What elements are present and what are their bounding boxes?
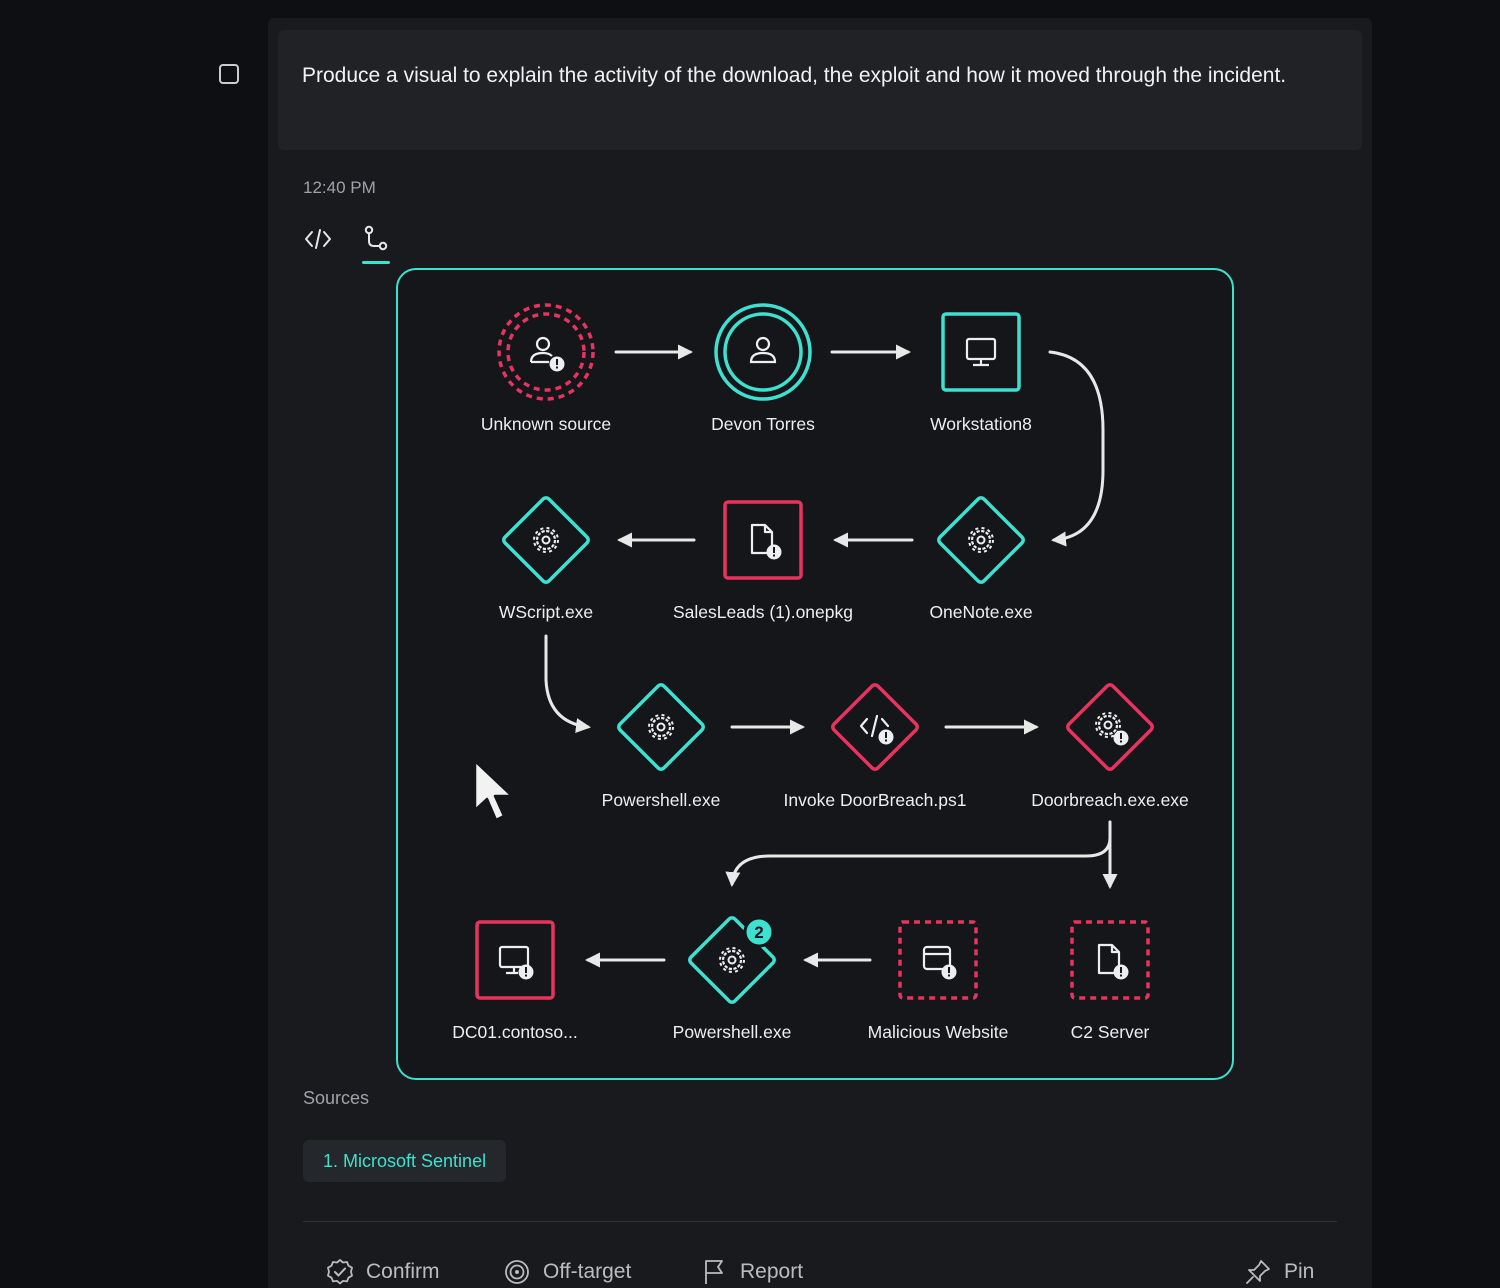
prompt-text: Produce a visual to explain the activity…	[302, 64, 1287, 87]
flag-icon	[705, 1260, 723, 1284]
node-label: Unknown source	[480, 414, 612, 434]
gear-icon	[719, 947, 745, 973]
mouse-pointer-icon	[473, 759, 514, 822]
confirm-label: Confirm	[366, 1260, 440, 1283]
node-wscript[interactable]	[491, 485, 601, 595]
node-salesleads[interactable]	[708, 485, 818, 595]
gear-icon	[968, 527, 994, 553]
pin-icon	[1246, 1260, 1270, 1284]
select-checkbox[interactable]	[219, 64, 239, 84]
target-icon	[505, 1260, 529, 1284]
confirm-button[interactable]: Confirm	[326, 1258, 440, 1286]
pin-label: Pin	[1284, 1260, 1315, 1283]
node-label: Doorbreach.exe.exe	[1031, 790, 1189, 810]
file-alert-icon	[1097, 943, 1129, 980]
code-icon	[305, 229, 331, 249]
edge-doorbreach-to-powershell2	[725, 820, 1112, 887]
browser-alert-icon	[922, 945, 957, 980]
code-alert-icon	[859, 714, 894, 745]
node-label: WScript.exe	[498, 602, 594, 622]
prompt-bubble: Produce a visual to explain the activity…	[278, 30, 1362, 150]
tab-graph-view[interactable]	[360, 224, 392, 264]
node-unknown-source[interactable]	[491, 297, 601, 407]
node-label: Devon Torres	[711, 414, 815, 434]
node-invoke-doorbreach[interactable]	[820, 672, 930, 782]
svg-text:2: 2	[754, 923, 763, 942]
monitor-icon	[965, 337, 997, 367]
node-devon-torres[interactable]	[708, 297, 818, 407]
monitor-alert-icon	[498, 945, 534, 980]
pin-button[interactable]: Pin	[1244, 1258, 1314, 1286]
flow-graph-icon	[364, 225, 388, 251]
sources-heading: Sources	[303, 1088, 370, 1108]
node-dc01[interactable]	[460, 905, 570, 1015]
edge-wscript-to-powershell	[544, 634, 591, 733]
gear-icon	[533, 527, 559, 553]
node-workstation8[interactable]	[926, 297, 1036, 407]
edge-workstation-to-onenote	[1048, 350, 1105, 547]
tab-code-view[interactable]	[302, 224, 334, 264]
count-badge: 2	[743, 916, 775, 948]
node-malicious-website[interactable]	[883, 905, 993, 1015]
incident-flow-graph: Unknown source Devon Torres Workstation8	[396, 268, 1234, 1080]
gear-alert-icon	[1095, 712, 1129, 746]
node-label: Invoke DoorBreach.ps1	[783, 790, 967, 810]
node-label: SalesLeads (1).onepkg	[673, 602, 853, 622]
report-label: Report	[740, 1260, 804, 1283]
node-label: OneNote.exe	[929, 602, 1033, 622]
confirm-check-icon	[327, 1259, 353, 1285]
off-target-label: Off-target	[543, 1260, 632, 1283]
response-timestamp: 12:40 PM	[303, 178, 376, 197]
divider	[303, 1221, 1337, 1222]
off-target-button[interactable]: Off-target	[503, 1258, 631, 1286]
node-label: Powershell.exe	[672, 1022, 792, 1042]
node-powershell-1[interactable]	[606, 672, 716, 782]
node-powershell-2[interactable]: 2	[677, 905, 787, 1015]
gear-icon	[648, 714, 674, 740]
node-label: DC01.contoso...	[452, 1022, 578, 1042]
source-microsoft-sentinel[interactable]: 1. Microsoft Sentinel	[303, 1140, 507, 1182]
user-icon	[749, 336, 777, 364]
node-label: Workstation8	[930, 414, 1032, 434]
node-doorbreach-exe[interactable]	[1055, 672, 1165, 782]
node-c2-server[interactable]	[1055, 905, 1165, 1015]
report-button[interactable]: Report	[702, 1258, 803, 1286]
user-alert-icon	[529, 336, 565, 372]
node-onenote[interactable]	[926, 485, 1036, 595]
file-alert-icon	[750, 523, 782, 560]
node-label: Powershell.exe	[601, 790, 721, 810]
node-label: Malicious Website	[867, 1022, 1009, 1042]
